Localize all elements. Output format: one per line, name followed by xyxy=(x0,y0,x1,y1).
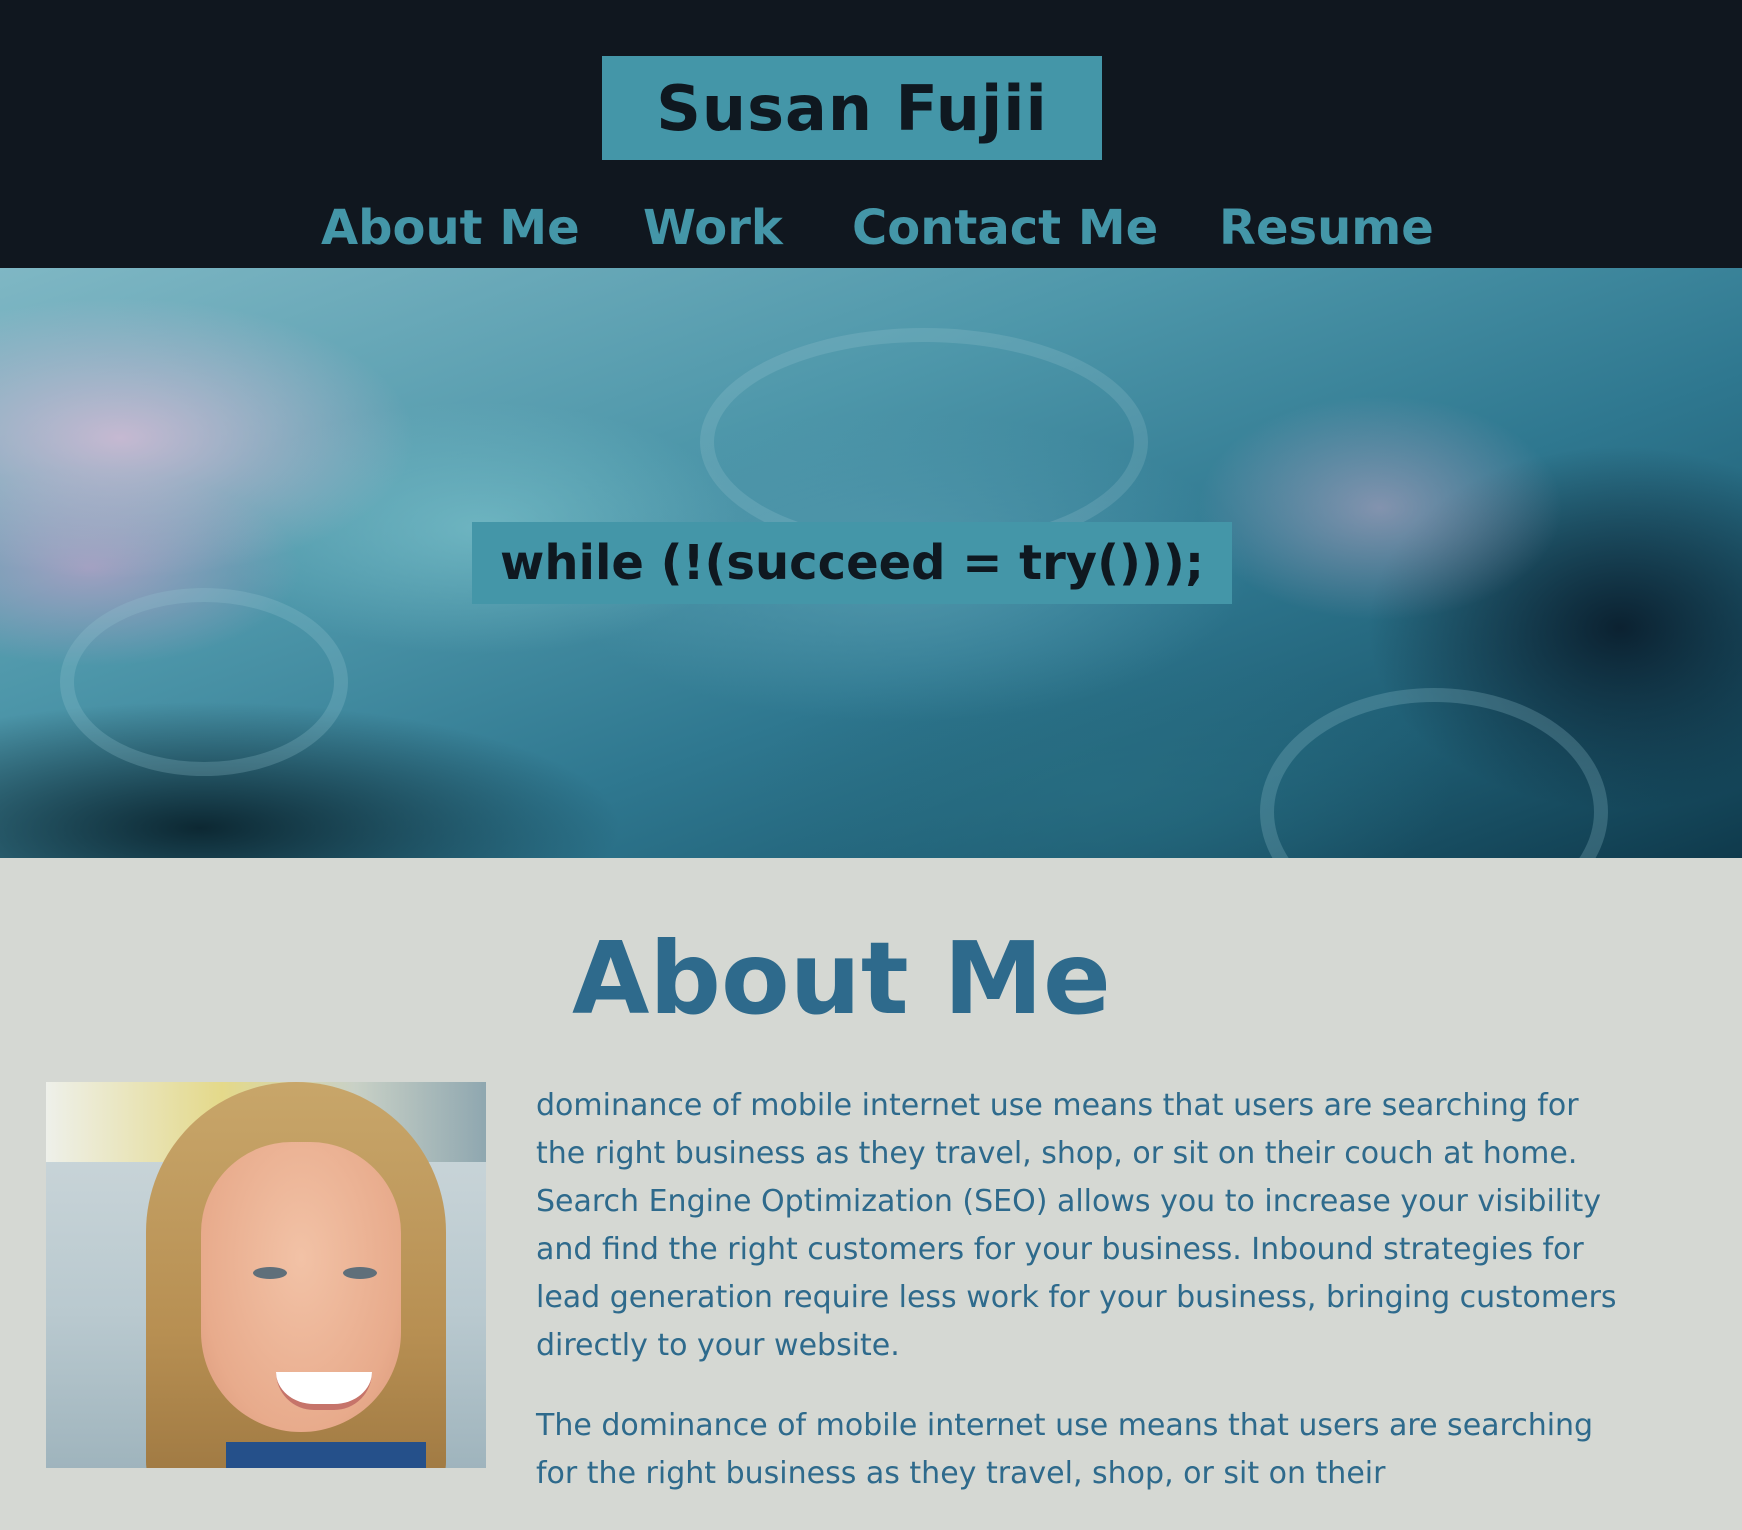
about-bio: dominance of mobile internet use means t… xyxy=(536,1082,1626,1530)
site-name-banner[interactable]: Susan Fujii xyxy=(602,56,1102,160)
hero-texture xyxy=(60,588,348,776)
hero-tagline-box: while (!(succeed = try())); xyxy=(472,522,1232,604)
nav-link-work[interactable]: Work xyxy=(643,196,783,260)
nav-link-resume[interactable]: Resume xyxy=(1219,196,1434,260)
site-name[interactable]: Susan Fujii xyxy=(656,72,1047,145)
photo-eye xyxy=(253,1267,287,1279)
bio-paragraph: The dominance of mobile internet use mea… xyxy=(536,1408,1594,1491)
about-heading: About Me xyxy=(572,920,1111,1037)
site-header: Susan Fujii About Me Work Contact Me Res… xyxy=(0,0,1742,268)
hero-texture xyxy=(1260,688,1608,858)
hero-tagline: while (!(succeed = try())); xyxy=(499,535,1205,591)
bio-paragraph: dominance of mobile internet use means t… xyxy=(536,1088,1617,1363)
nav-link-contact-me[interactable]: Contact Me xyxy=(852,196,1158,260)
photo-shirt xyxy=(226,1442,426,1468)
main-nav: About Me Work Contact Me Resume xyxy=(0,196,1742,264)
portrait-photo xyxy=(46,1082,486,1468)
nav-link-about-me[interactable]: About Me xyxy=(321,196,580,260)
photo-eye xyxy=(343,1267,377,1279)
